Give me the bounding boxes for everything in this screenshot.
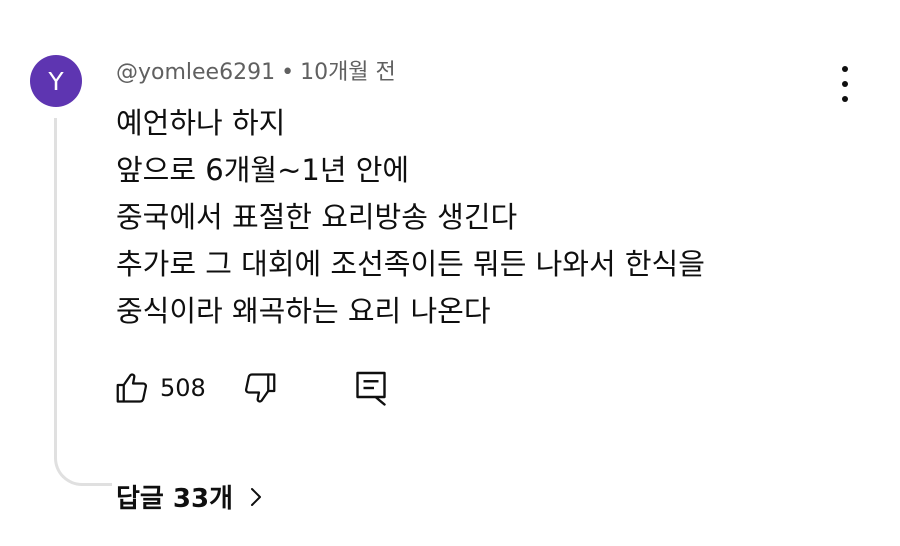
comment-time[interactable]: 10개월 전 — [300, 60, 396, 85]
more-dot — [842, 81, 848, 87]
thumb-up-icon[interactable] — [114, 370, 150, 406]
thumb-down-icon[interactable] — [242, 370, 278, 406]
comment-line: 앞으로 6개월~1년 안에 — [116, 153, 410, 187]
more-vertical-icon[interactable] — [830, 66, 860, 102]
author-name[interactable]: @yomlee6291 — [116, 60, 275, 85]
comment-line: 예언하나 하지 — [116, 106, 286, 140]
comment-thread: Y @yomlee6291 • 10개월 전 예언하나 하지 앞으로 6개월~1년 … — [0, 0, 900, 546]
comment-line: 중국에서 표절한 요리방송 생긴다 — [116, 200, 518, 234]
replies-label: 답글 33개 — [116, 484, 233, 514]
chevron-right-icon — [249, 485, 263, 509]
comment-icon[interactable] — [354, 370, 388, 406]
comment-actions: 508 — [114, 366, 388, 410]
like-count: 508 — [160, 374, 206, 402]
comment-header: @yomlee6291 • 10개월 전 — [116, 58, 396, 88]
more-dot — [842, 66, 848, 72]
comment-line: 추가로 그 대회에 조선족이든 뭐든 나와서 한식을 — [116, 247, 705, 281]
comment-text: 예언하나 하지 앞으로 6개월~1년 안에 중국에서 표절한 요리방송 생긴다 … — [116, 100, 705, 335]
avatar[interactable]: Y — [30, 55, 82, 107]
avatar-letter: Y — [48, 66, 64, 96]
thread-connector-line — [54, 118, 112, 486]
view-replies-button[interactable]: 답글 33개 — [116, 478, 263, 515]
comment-line: 중식이라 왜곡하는 요리 나온다 — [116, 294, 491, 328]
more-dot — [842, 96, 848, 102]
header-separator: • — [281, 60, 295, 85]
